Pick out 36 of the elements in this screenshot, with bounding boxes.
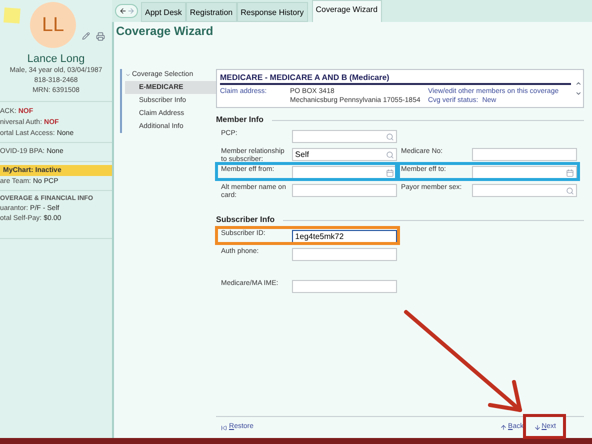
tab[interactable]: Registration (186, 2, 237, 22)
restore-icon (221, 424, 227, 430)
back-forward-control[interactable] (115, 4, 138, 18)
tab[interactable]: Response History (236, 2, 308, 22)
input-field[interactable] (292, 248, 397, 261)
input-field[interactable]: Self (292, 148, 397, 161)
search-icon (386, 132, 394, 140)
calendar-icon (386, 168, 394, 176)
back-arrow-icon[interactable] (118, 7, 126, 15)
section-heading: Subscriber Info (216, 214, 275, 226)
highlight-frame (523, 414, 566, 439)
scroll-down-icon[interactable] (575, 90, 582, 97)
input-field[interactable] (292, 166, 397, 179)
input-field[interactable] (292, 130, 397, 143)
input-field[interactable] (472, 184, 577, 197)
search-icon (566, 186, 574, 194)
search-icon (386, 150, 394, 158)
edit-icon[interactable] (82, 32, 90, 40)
tab[interactable]: Coverage Wizard (312, 0, 382, 22)
coverage-title: MEDICARE - MEDICARE A AND B (Medicare) (220, 72, 571, 85)
input-field[interactable] (292, 280, 397, 293)
section-heading: Member Info (216, 114, 264, 126)
input-field[interactable] (472, 166, 577, 179)
printer-icon[interactable] (96, 32, 105, 41)
avatar: LL (30, 2, 76, 48)
down-arrow-icon[interactable] (534, 424, 541, 431)
input-field[interactable] (292, 184, 397, 197)
expand-caret-icon[interactable] (125, 72, 131, 78)
page-title: Coverage Wizard (115, 23, 214, 39)
input-field[interactable] (472, 148, 577, 161)
patient-name: Lance Long (26, 52, 86, 66)
up-arrow-icon (500, 424, 508, 431)
scroll-up-icon[interactable] (575, 80, 582, 87)
calendar-icon (566, 168, 574, 176)
input-field[interactable]: 1eg4te5mk72 (292, 230, 397, 243)
tab[interactable]: Appt Desk (141, 2, 186, 22)
